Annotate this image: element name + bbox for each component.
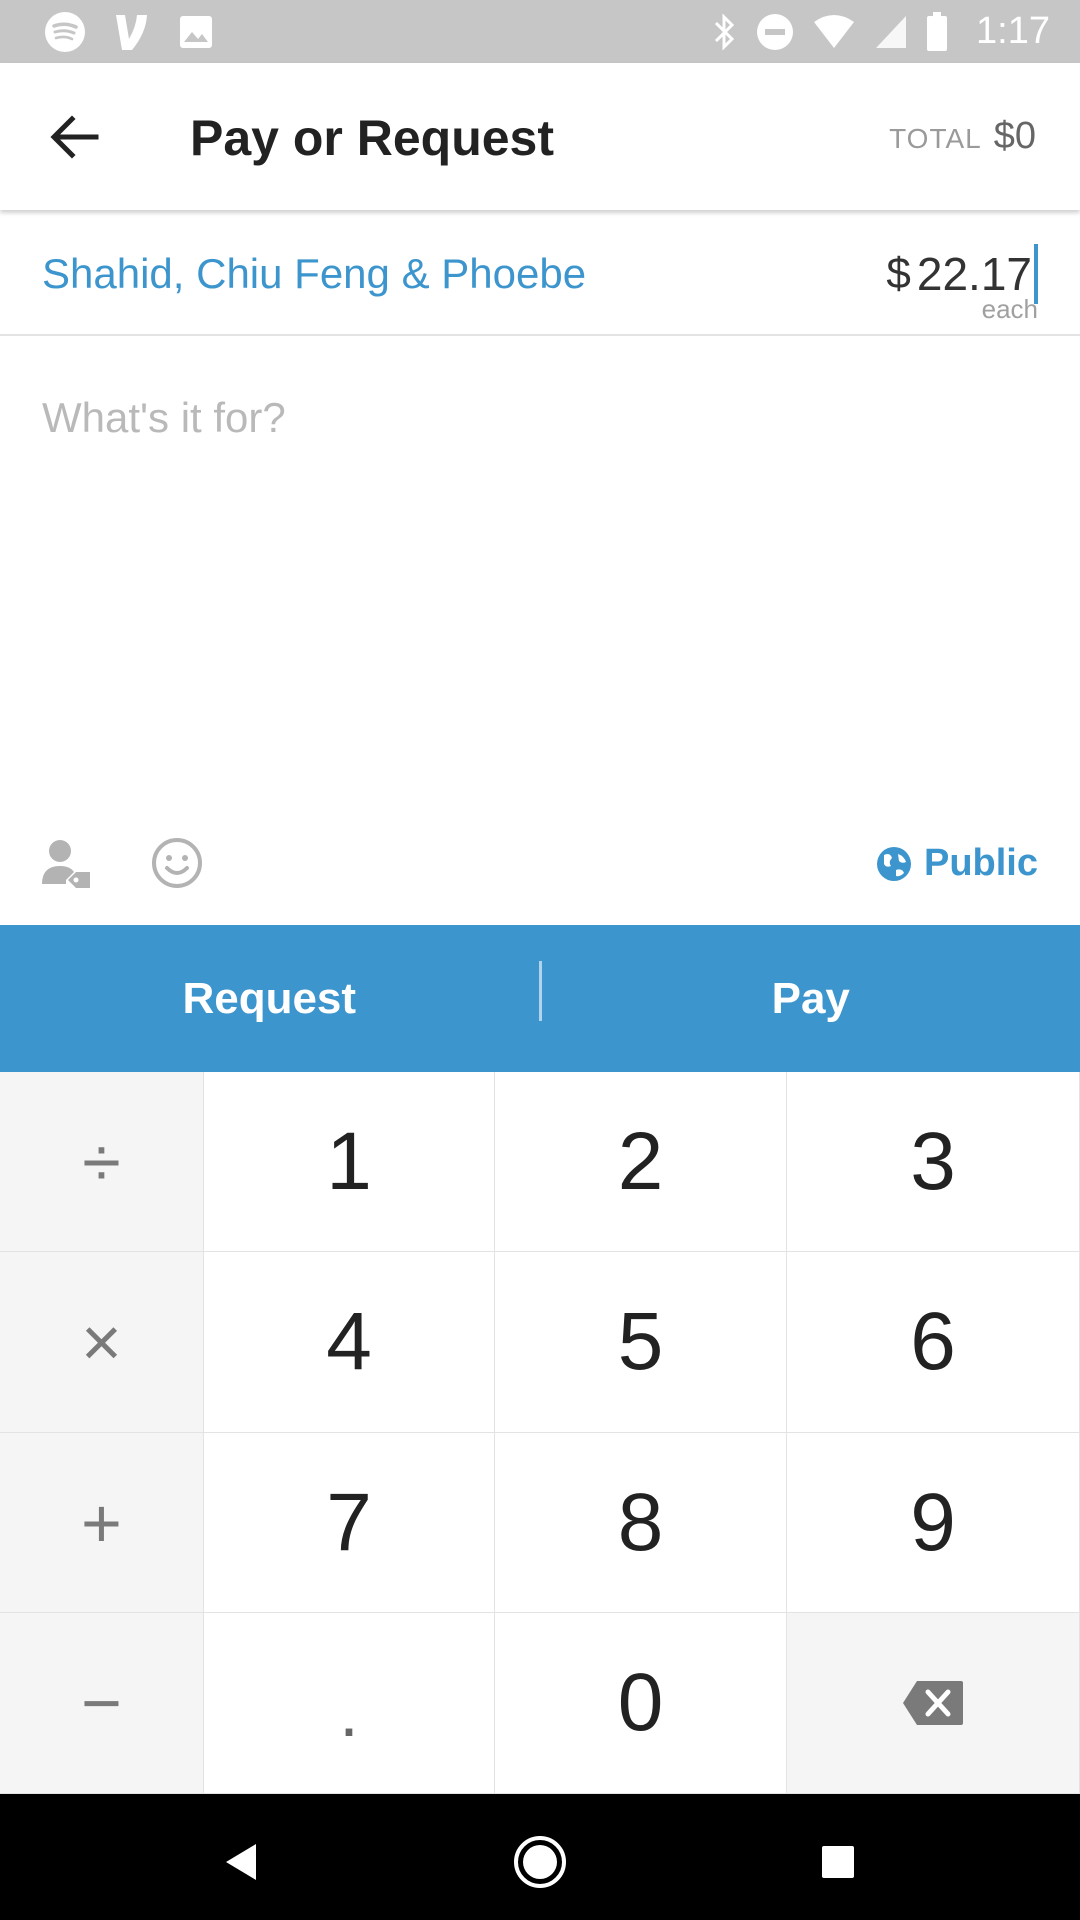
note-area [0,338,1080,818]
tag-person-icon [42,840,90,888]
navigation-bar [0,1794,1080,1920]
total-summary: TOTAL $0 [889,115,1036,158]
status-bar-left-icons [44,0,214,63]
tool-row: Public [0,820,1080,925]
amount-currency: $ [886,249,911,298]
key-1[interactable]: 1 [204,1072,495,1252]
venmo-icon [112,11,152,53]
key-4[interactable]: 4 [204,1252,495,1433]
nav-recents-button[interactable] [808,1832,868,1892]
key-5[interactable]: 5 [495,1252,787,1433]
bluetooth-icon [710,11,738,53]
signal-icon [874,14,908,50]
back-button[interactable] [40,107,110,167]
key-3[interactable]: 3 [787,1072,1080,1252]
app-bar: Pay or Request TOTAL $0 [0,63,1080,210]
status-time: 1:17 [976,10,1050,52]
recipient-row: Shahid, Chiu Feng & Phoebe $ 22.17 each [0,210,1080,336]
square-recents-icon [822,1846,854,1878]
key-minus[interactable]: − [0,1613,204,1794]
key-multiply[interactable]: × [0,1252,204,1433]
globe-icon [876,846,911,881]
emoji-button[interactable] [150,836,204,890]
triangle-back-icon [226,1844,256,1880]
nav-home-button[interactable] [510,1832,570,1892]
key-7[interactable]: 7 [204,1433,495,1613]
action-bar: Request Pay [0,925,1080,1072]
key-plus[interactable]: + [0,1433,204,1613]
image-icon [178,14,214,50]
nav-back-button[interactable] [210,1832,270,1892]
key-backspace[interactable] [787,1613,1080,1794]
each-label: each [981,294,1038,324]
request-button[interactable]: Request [0,925,539,1072]
status-bar: 1:17 [0,0,1080,63]
note-input[interactable] [42,378,1032,458]
battery-icon [926,11,948,52]
spotify-icon [44,11,86,53]
pay-button[interactable]: Pay [542,925,1080,1072]
privacy-label: Public [923,842,1038,884]
do-not-disturb-icon [756,13,794,51]
keypad: ÷ 1 2 3 × 4 5 6 + 7 8 9 − . 0 [0,1072,1080,1794]
key-0[interactable]: 0 [495,1613,787,1794]
privacy-selector[interactable]: Public [876,842,1038,885]
circle-home-icon [514,1836,566,1888]
backspace-icon [903,1681,963,1725]
page-title: Pay or Request [190,110,555,166]
wifi-icon [812,14,856,50]
status-bar-right-icons: 1:17 [710,0,1050,63]
total-label: TOTAL [889,123,982,154]
total-value: $0 [993,115,1036,157]
arrow-left-icon [50,115,99,159]
key-9[interactable]: 9 [787,1433,1080,1613]
tag-friends-button[interactable] [40,836,92,892]
amount-value: 22.17 [916,248,1032,300]
key-2[interactable]: 2 [495,1072,787,1252]
key-6[interactable]: 6 [787,1252,1080,1433]
key-8[interactable]: 8 [495,1433,787,1613]
key-decimal[interactable]: . [204,1613,495,1794]
recipients-field[interactable]: Shahid, Chiu Feng & Phoebe [42,250,586,298]
smiley-icon [152,838,202,888]
key-divide[interactable]: ÷ [0,1072,204,1252]
